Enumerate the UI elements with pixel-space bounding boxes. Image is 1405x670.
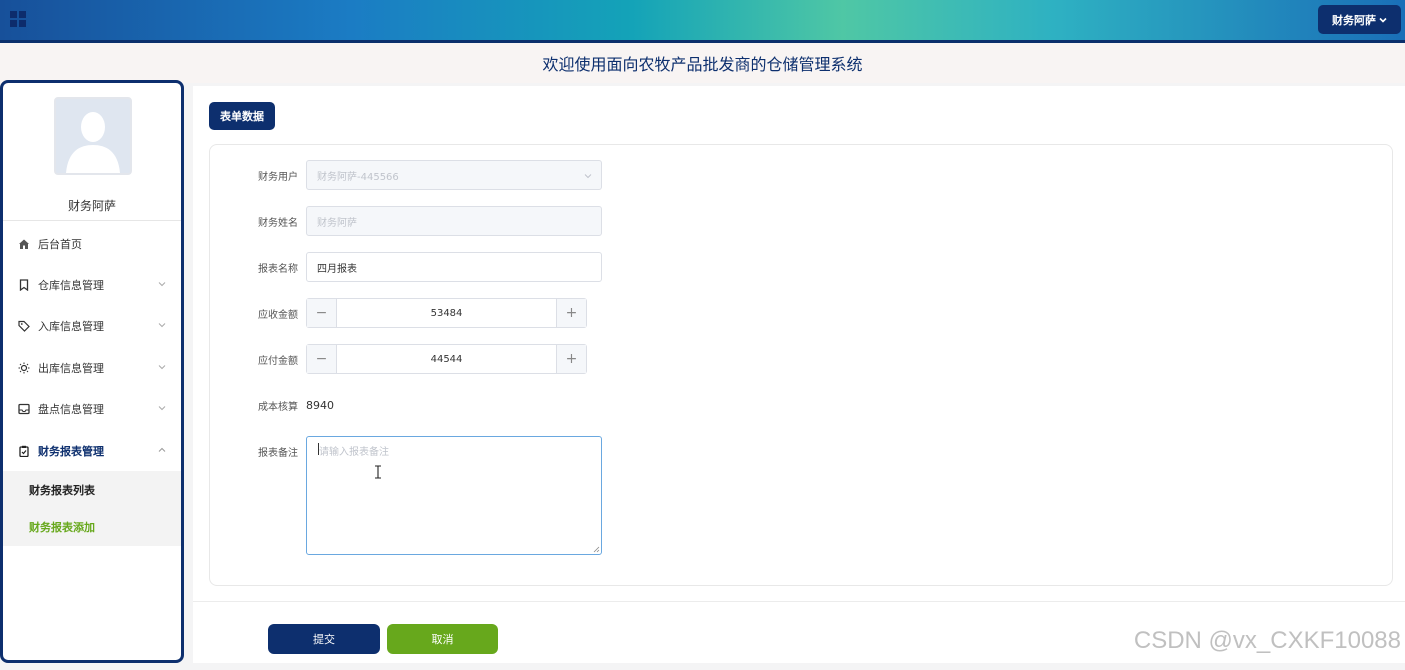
- inbox-icon: [17, 402, 31, 416]
- text-cursor-icon: [375, 465, 381, 479]
- sidebar-item-warehouse[interactable]: 仓库信息管理: [3, 265, 181, 305]
- home-icon: [17, 237, 31, 251]
- finance-name-value: 财务阿萨: [317, 217, 357, 229]
- form-row-finance-user: 财务用户 财务阿萨-445566: [210, 160, 602, 190]
- submit-button[interactable]: 提交: [268, 624, 380, 654]
- sidebar-subitem-report-add[interactable]: 财务报表添加: [3, 508, 181, 545]
- form-row-payable: 应付金额 − 44544 +: [210, 344, 587, 374]
- sidebar-item-label: 入库信息管理: [38, 320, 104, 333]
- finance-user-select[interactable]: 财务阿萨-445566: [306, 160, 602, 190]
- chevron-down-icon: [158, 282, 166, 287]
- payable-input[interactable]: 44544: [337, 345, 556, 373]
- field-label: 应付金额: [258, 355, 298, 367]
- text-caret: [318, 443, 319, 455]
- page-header: 欢迎使用面向农牧产品批发商的仓储管理系统: [0, 43, 1405, 83]
- chevron-down-icon: [158, 323, 166, 328]
- watermark: CSDN @vx_CXKF10088: [1133, 627, 1401, 654]
- report-name-input[interactable]: 四月报表: [306, 252, 602, 282]
- sidebar-item-label: 后台首页: [38, 238, 82, 251]
- form-card: 财务用户 财务阿萨-445566 财务姓名 财务阿萨 报表名称 四月报表 应收金…: [209, 144, 1393, 586]
- sidebar-item-label: 财务报表管理: [38, 445, 104, 458]
- field-label: 报表备注: [258, 448, 298, 459]
- sidebar-item-outbound[interactable]: 出库信息管理: [3, 348, 181, 388]
- sidebar-item-inbound[interactable]: 入库信息管理: [3, 306, 181, 346]
- remark-textarea[interactable]: 请输入报表备注: [306, 436, 602, 555]
- tag-icon: [17, 319, 31, 333]
- user-menu-button[interactable]: 财务阿萨: [1318, 5, 1401, 34]
- sidebar-item-finance[interactable]: 财务报表管理: [3, 431, 181, 471]
- receivable-increment-button[interactable]: +: [556, 299, 586, 327]
- cost-check-value: 8940: [306, 398, 334, 412]
- form-row-receivable: 应收金额 − 53484 +: [210, 298, 587, 328]
- sidebar-item-label: 出库信息管理: [38, 362, 104, 375]
- payable-increment-button[interactable]: +: [556, 345, 586, 373]
- form-footer-divider: [193, 601, 1405, 602]
- receivable-input[interactable]: 53484: [337, 299, 556, 327]
- chevron-down-icon: [158, 365, 166, 370]
- chevron-down-icon: [1379, 17, 1387, 23]
- user-menu-label: 财务阿萨: [1332, 13, 1376, 27]
- grid-icon[interactable]: [10, 11, 26, 27]
- sidebar-divider: [3, 220, 181, 221]
- form-row-finance-name: 财务姓名 财务阿萨: [210, 206, 602, 236]
- receivable-decrement-button[interactable]: −: [307, 299, 337, 327]
- field-label: 财务用户: [258, 171, 298, 183]
- sidebar-user-name: 财务阿萨: [67, 199, 116, 213]
- bookmark-icon: [17, 278, 31, 292]
- chevron-up-icon: [158, 447, 166, 452]
- sidebar-item-inventory[interactable]: 盘点信息管理: [3, 389, 181, 429]
- page-title: 欢迎使用面向农牧产品批发商的仓储管理系统: [542, 55, 863, 74]
- sidebar-subitem-report-list[interactable]: 财务报表列表: [3, 471, 181, 508]
- cancel-button[interactable]: 取消: [387, 624, 498, 654]
- form-row-remark: 报表备注 请输入报表备注: [210, 436, 602, 555]
- sidebar-subitem-label: 财务报表列表: [29, 483, 95, 497]
- clipboard-check-icon: [17, 444, 31, 458]
- field-label: 应收金额: [258, 309, 298, 321]
- field-label: 财务姓名: [258, 217, 298, 229]
- payable-decrement-button[interactable]: −: [307, 345, 337, 373]
- top-bar: 财务阿萨: [0, 0, 1405, 43]
- receivable-stepper: − 53484 +: [306, 298, 587, 328]
- form-data-tag: 表单数据: [209, 102, 275, 130]
- sun-icon: [17, 361, 31, 375]
- report-name-value: 四月报表: [317, 263, 357, 275]
- finance-user-value: 财务阿萨-445566: [317, 171, 399, 183]
- sidebar: 财务阿萨 后台首页 仓库信息管理 入库信息管理 出库信息管理 盘点信息管理 财务…: [0, 80, 184, 663]
- form-data-tag-label: 表单数据: [220, 110, 264, 123]
- user-avatar-icon: [56, 99, 130, 173]
- resize-handle-icon[interactable]: [593, 546, 600, 553]
- form-row-cost-check: 成本核算 8940: [210, 390, 334, 420]
- payable-stepper: − 44544 +: [306, 344, 587, 374]
- field-label: 报表名称: [258, 263, 298, 275]
- finance-submenu: 财务报表列表 财务报表添加: [3, 471, 181, 546]
- sidebar-item-home[interactable]: 后台首页: [3, 224, 181, 264]
- sidebar-item-label: 仓库信息管理: [38, 279, 104, 292]
- sidebar-subitem-label: 财务报表添加: [29, 520, 95, 534]
- chevron-down-icon: [584, 174, 592, 179]
- form-row-report-name: 报表名称 四月报表: [210, 252, 602, 282]
- field-label: 成本核算: [258, 401, 298, 413]
- finance-name-input[interactable]: 财务阿萨: [306, 206, 602, 236]
- avatar: [54, 97, 132, 175]
- sidebar-item-label: 盘点信息管理: [38, 403, 104, 416]
- main-content: 表单数据 财务用户 财务阿萨-445566 财务姓名 财务阿萨 报表名称 四月报…: [193, 86, 1405, 663]
- remark-placeholder: 请输入报表备注: [319, 447, 389, 458]
- chevron-down-icon: [158, 406, 166, 411]
